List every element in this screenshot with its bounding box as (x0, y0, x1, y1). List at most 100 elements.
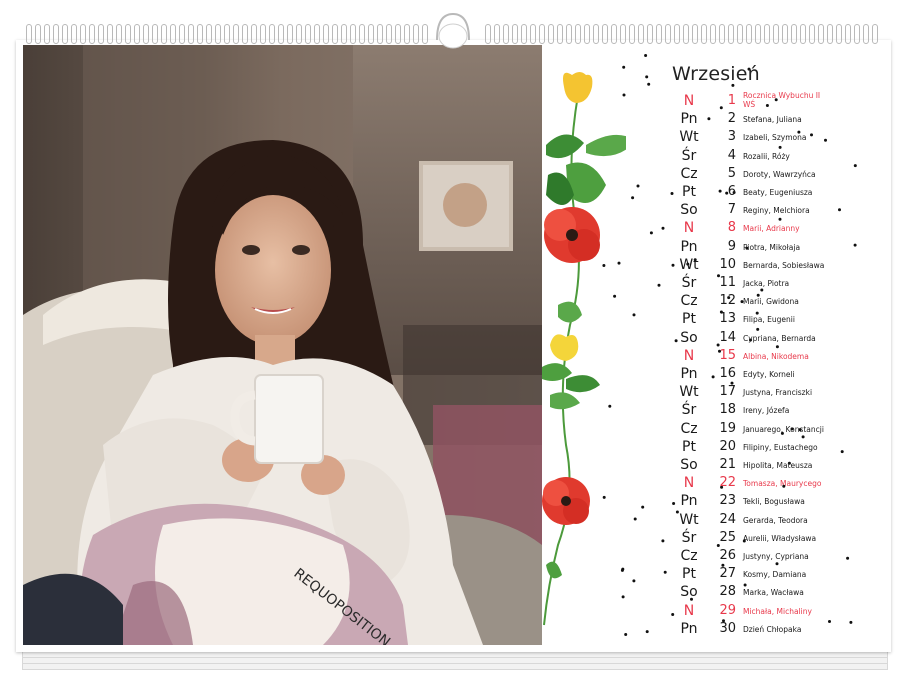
binding-ring (539, 24, 545, 44)
name-day-text: Edyty, Korneli (743, 370, 795, 379)
name-day-text: Marii, Adrianny (743, 224, 800, 234)
binding-ring (314, 24, 320, 44)
name-day-text: Beaty, Eugeniusza (743, 188, 813, 197)
name-day-text: Dzień Chłopaka (743, 624, 802, 634)
name-day-text: Jacka, Piotra (743, 279, 790, 288)
day-row: Śr 18 Ireny, Józefa (542, 402, 875, 420)
name-day-text: Rozalii, Róży (743, 151, 790, 161)
weekday-label: N (683, 220, 695, 237)
day-number: 23 (719, 493, 736, 509)
day-number: 17 (719, 384, 736, 400)
name-day-text: Doroty, Wawrzyńca (743, 169, 816, 179)
binding-ring (206, 24, 212, 44)
binding-ring (71, 24, 77, 44)
binding-ring (827, 24, 833, 44)
binding-ring (575, 24, 581, 44)
binding-ring (746, 24, 752, 44)
day-row: Pt 13 Filipa, Eugenii (542, 311, 875, 329)
name-day-text: Marka, Wacława (743, 588, 804, 598)
day-row: Cz 19 Januarego, Konstancji (542, 421, 875, 439)
day-row: So 14 Cypriana, Bernarda (542, 330, 875, 348)
weekday-label: Pn (680, 238, 698, 255)
binding-ring (818, 24, 824, 44)
day-row: Śr 11 Jacka, Piotra (542, 275, 875, 293)
binding-ring (134, 24, 140, 44)
binding-ring (530, 24, 536, 44)
name-day-text: Januarego, Konstancji (743, 424, 824, 434)
day-row: Pt 20 Filipiny, Eustachego (542, 439, 875, 457)
binding-ring (647, 24, 653, 44)
name-day-text: Michała, Michaliny (743, 606, 812, 616)
weekday-label: Śr (681, 529, 697, 546)
binding-ring (215, 24, 221, 44)
day-row: N 29 Michała, Michaliny (542, 603, 875, 621)
day-row: Pn 2 Stefana, Juliana (542, 111, 875, 129)
binding-ring (737, 24, 743, 44)
weekday-label: N (683, 475, 695, 492)
binding-ring (170, 24, 176, 44)
day-row: So 21 Hipolita, Mateusza (542, 457, 875, 475)
day-number: 19 (719, 420, 736, 436)
day-row: Wt 3 Izabeli, Szymona (542, 129, 875, 147)
binding-ring (395, 24, 401, 44)
name-day-text: Ireny, Józefa (743, 406, 790, 416)
binding-ring (305, 24, 311, 44)
binding-ring (809, 24, 815, 44)
name-day-text: Hipolita, Mateusza (743, 461, 813, 470)
binding-ring (872, 24, 878, 44)
name-day-text: Kosmy, Damiana (743, 570, 807, 580)
binding-ring (863, 24, 869, 44)
day-number: 7 (727, 202, 736, 218)
day-number: 13 (719, 311, 736, 327)
binding-ring (44, 24, 50, 44)
name-day-text: Filipiny, Eustachego (743, 442, 818, 452)
binding-ring (593, 24, 599, 44)
binding-ring (179, 24, 185, 44)
day-number: 9 (727, 238, 736, 254)
name-day-text: Tekli, Bogusława (743, 497, 805, 507)
binding-ring (845, 24, 851, 44)
binding-ring (53, 24, 59, 44)
binding-ring (485, 24, 491, 44)
day-number: 11 (719, 275, 736, 290)
day-number: 12 (719, 293, 736, 309)
day-row: Pt 27 Kosmy, Damiana (542, 566, 875, 584)
day-number: 18 (719, 402, 736, 418)
binding-ring (611, 24, 617, 44)
binding-ring (224, 24, 230, 44)
binding-ring (521, 24, 527, 44)
binding-ring (377, 24, 383, 44)
binding-ring (566, 24, 572, 44)
binding-ring (782, 24, 788, 44)
day-number: 20 (719, 438, 736, 454)
day-number: 1 (727, 93, 736, 108)
day-number: 30 (719, 620, 736, 636)
binding-ring (557, 24, 563, 44)
binding-ring (584, 24, 590, 44)
hanger-hook-icon (436, 12, 470, 49)
binding-ring (125, 24, 131, 44)
binding-ring (233, 24, 239, 44)
weekday-label: Śr (681, 147, 697, 164)
weekday-label: Śr (681, 275, 697, 291)
weekday-label: Śr (681, 402, 697, 419)
day-row: Wt 10 Bernarda, Sobiesława (542, 257, 875, 275)
binding-ring (800, 24, 806, 44)
day-row: Pn 23 Tekli, Bogusława (542, 493, 875, 511)
month-title: Wrzesień (672, 63, 760, 85)
binding-ring (251, 24, 257, 44)
weekday-label: So (680, 457, 698, 473)
weekday-label: Pn (680, 111, 698, 128)
binding-ring (674, 24, 680, 44)
name-day-text: Gerarda, Teodora (743, 515, 808, 525)
binding-ring (260, 24, 266, 44)
binding-ring (656, 24, 662, 44)
day-number: 16 (719, 366, 736, 381)
polka-dot (647, 82, 651, 86)
binding-ring (161, 24, 167, 44)
binding-ring (548, 24, 554, 44)
day-number: 22 (719, 475, 736, 491)
polka-dot (644, 54, 648, 57)
binding-ring (413, 24, 419, 44)
binding-ring (719, 24, 725, 44)
